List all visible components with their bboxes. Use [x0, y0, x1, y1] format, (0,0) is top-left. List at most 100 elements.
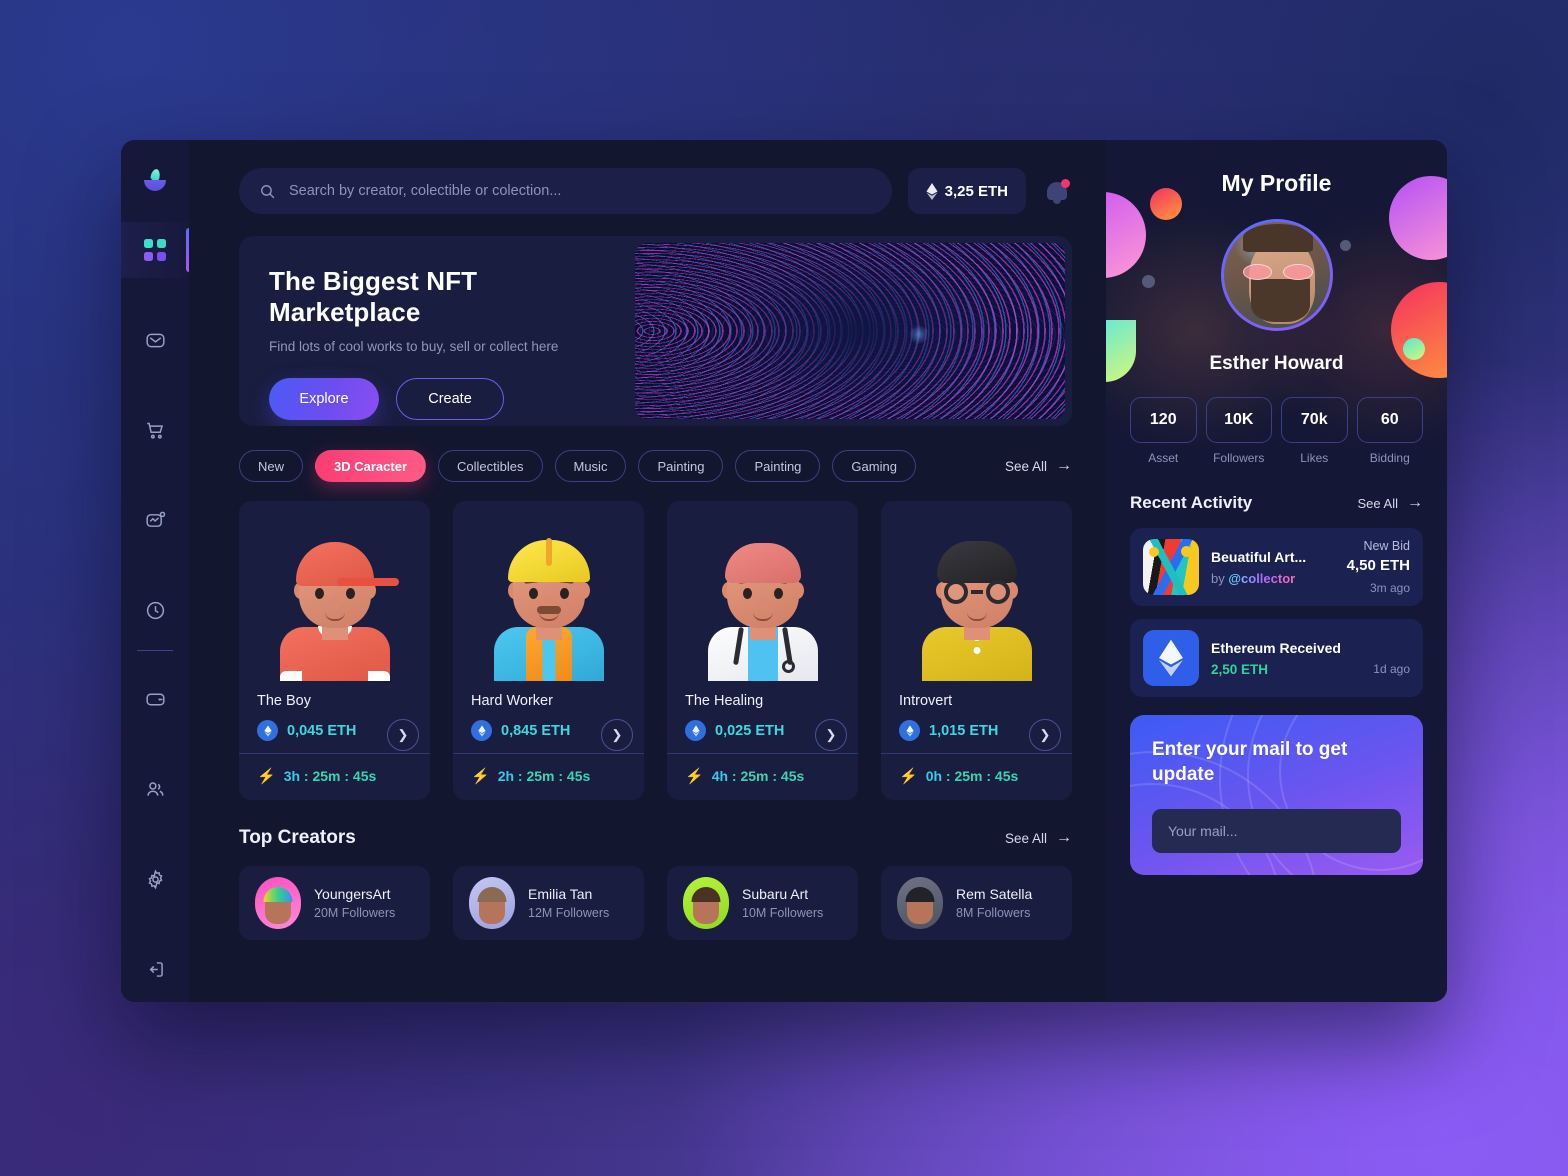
ethereum-icon: [926, 182, 938, 200]
activity-text: Ethereum Received 2,50 ETH: [1211, 640, 1361, 677]
hero-text-block: The Biggest NFT Marketplace Find lots of…: [239, 236, 635, 426]
creator-card[interactable]: Subaru Art 10M Followers: [667, 866, 858, 940]
nft-card[interactable]: The Boy 0,045 ETH ⚡ 3h : 25m : 45s ❯: [239, 501, 430, 800]
nft-countdown: 4h : 25m : 45s: [711, 768, 805, 784]
ethereum-badge-icon: [899, 720, 920, 741]
activity-title: Ethereum Received: [1211, 639, 1341, 656]
sidebar-item-messages[interactable]: [121, 312, 189, 368]
ethereum-badge-icon: [685, 720, 706, 741]
category-chip-painting-2[interactable]: Painting: [735, 450, 821, 482]
nft-price: 0,845 ETH: [501, 722, 571, 739]
nft-card[interactable]: Introvert 1,015 ETH ⚡ 0h : 25m : 45s ❯: [881, 501, 1072, 800]
explore-button[interactable]: Explore: [269, 378, 379, 420]
creator-card[interactable]: Rem Satella 8M Followers: [881, 866, 1072, 940]
see-all-label: See All: [1004, 830, 1047, 846]
creator-name: YoungersArt: [314, 886, 391, 902]
ethereum-badge-icon: [471, 720, 492, 741]
stat-asset[interactable]: 120 Asset: [1130, 397, 1197, 465]
activity-item-eth-received[interactable]: Ethereum Received 2,50 ETH 1d ago: [1130, 619, 1423, 697]
stat-likes[interactable]: 70k Likes: [1281, 397, 1348, 465]
activity-list: Beuatiful Art... by @collector New Bid 4…: [1130, 528, 1423, 697]
activity-see-all-link[interactable]: See All →: [1358, 494, 1423, 512]
create-button[interactable]: Create: [396, 378, 504, 420]
stat-followers[interactable]: 10K Followers: [1205, 397, 1272, 465]
nft-card[interactable]: The Healing 0,025 ETH ⚡ 4h : 25m : 45s ❯: [667, 501, 858, 800]
creator-card[interactable]: YoungersArt 20M Followers: [239, 866, 430, 940]
sidebar-item-cart[interactable]: [121, 402, 189, 458]
creators-see-all-link[interactable]: See All →: [1005, 829, 1072, 847]
sidebar-item-dashboard[interactable]: [121, 222, 189, 278]
sidebar-nav: [121, 222, 189, 997]
lightning-icon: ⚡: [471, 768, 490, 785]
profile-name: Esther Howard: [1209, 353, 1344, 374]
newsletter-input-wrap[interactable]: [1152, 809, 1401, 854]
mail-icon: [145, 333, 165, 347]
notifications-button[interactable]: [1042, 174, 1072, 208]
recent-activity-header: Recent Activity See All →: [1130, 493, 1423, 513]
nft-title: The Boy: [257, 693, 311, 709]
avatar: [897, 877, 943, 929]
recent-activity-title: Recent Activity: [1130, 493, 1253, 512]
search-bar[interactable]: [239, 168, 892, 214]
nft-title: Hard Worker: [471, 693, 553, 709]
hero-artwork: [635, 243, 1065, 419]
arrow-right-icon: →: [1056, 829, 1072, 846]
creator-text: Subaru Art 10M Followers: [742, 886, 823, 920]
category-chip-music[interactable]: Music: [554, 450, 627, 482]
search-input[interactable]: [289, 183, 872, 199]
grid-icon: [144, 239, 166, 261]
newsletter-heading: Enter your mail to get update: [1152, 739, 1348, 786]
character-the-healing: [703, 526, 823, 681]
nft-next-button[interactable]: ❯: [601, 719, 633, 751]
nft-card[interactable]: Hard Worker 0,845 ETH ⚡ 2h : 25m : 45s ❯: [453, 501, 644, 800]
sidebar: [121, 140, 189, 1002]
categories-see-all-link[interactable]: See All →: [1005, 457, 1072, 475]
stat-value: 120: [1130, 397, 1197, 443]
creator-list: YoungersArt 20M Followers Emilia Tan 12M…: [239, 866, 1072, 940]
stat-bidding[interactable]: 60 Bidding: [1356, 397, 1423, 465]
sidebar-item-settings[interactable]: [121, 851, 189, 907]
activity-meta: 1d ago: [1373, 640, 1410, 676]
cart-icon: [146, 422, 163, 439]
category-chip-3d-caracter[interactable]: 3D Caracter: [315, 450, 427, 482]
nft-countdown: 3h : 25m : 45s: [283, 768, 377, 784]
newsletter-card: Enter your mail to get update: [1130, 715, 1423, 875]
category-chip-painting-1[interactable]: Painting: [638, 450, 724, 482]
nft-price: 1,015 ETH: [929, 722, 999, 739]
arrow-right-icon: →: [1056, 457, 1072, 474]
sidebar-item-wallet[interactable]: [121, 671, 189, 727]
logout-icon: [149, 961, 163, 977]
activity-tag: New Bid: [1363, 539, 1410, 553]
search-icon: [261, 184, 275, 198]
stat-value: 10K: [1205, 397, 1272, 443]
top-creators-header: Top Creators See All →: [239, 827, 1072, 849]
category-chip-gaming[interactable]: Gaming: [832, 450, 916, 482]
nft-price: 0,025 ETH: [715, 722, 785, 739]
nft-countdown-row: ⚡ 0h : 25m : 45s: [891, 754, 1062, 800]
nft-next-button[interactable]: ❯: [815, 719, 847, 751]
nft-countdown-row: ⚡ 2h : 25m : 45s: [463, 754, 634, 800]
email-field[interactable]: [1168, 823, 1385, 840]
eth-balance-button[interactable]: 3,25 ETH: [907, 168, 1026, 214]
profile-stats: 120 Asset 10K Followers 70k Likes 60 Bid…: [1130, 397, 1423, 465]
activity-item-new-bid[interactable]: Beuatiful Art... by @collector New Bid 4…: [1130, 528, 1423, 606]
nft-logo[interactable]: [138, 162, 172, 196]
activity-meta: New Bid 4,50 ETH 3m ago: [1347, 539, 1410, 595]
category-chip-new[interactable]: New: [239, 450, 304, 482]
creator-card[interactable]: Emilia Tan 12M Followers: [453, 866, 644, 940]
notification-dot: [1061, 179, 1070, 188]
profile-avatar-ring[interactable]: [1220, 219, 1333, 331]
sidebar-item-community[interactable]: [121, 761, 189, 817]
wallet-icon: [145, 693, 165, 705]
sidebar-item-history[interactable]: [121, 582, 189, 638]
lightning-icon: ⚡: [899, 768, 918, 785]
sidebar-item-analytics[interactable]: [121, 492, 189, 548]
nft-next-button[interactable]: ❯: [1029, 719, 1061, 751]
nft-next-button[interactable]: ❯: [387, 719, 419, 751]
creator-name: Rem Satella: [956, 886, 1033, 902]
creator-followers: 8M Followers: [956, 906, 1031, 920]
character-the-boy: [275, 526, 399, 681]
activity-handle: @collector: [1228, 570, 1296, 586]
sidebar-item-logout[interactable]: [121, 941, 189, 997]
category-chip-collectibles[interactable]: Collectibles: [438, 450, 543, 482]
